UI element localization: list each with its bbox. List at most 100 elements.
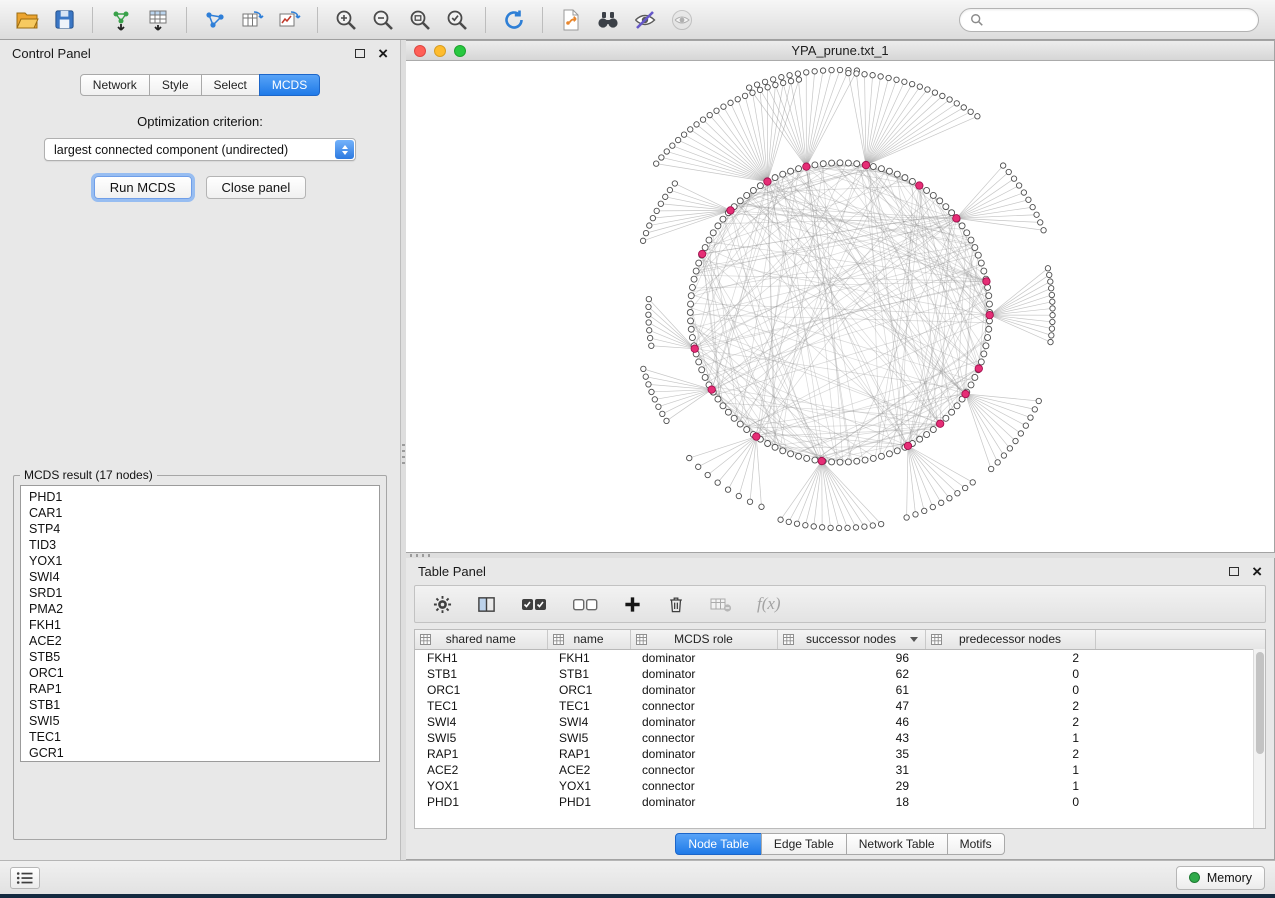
table-cell[interactable]: 2	[925, 714, 1095, 730]
new-network-button[interactable]	[198, 5, 232, 35]
table-cell[interactable]: SWI5	[415, 730, 547, 746]
table-cell[interactable]: FKH1	[547, 650, 630, 666]
table-row[interactable]: ORC1ORC1dominator610	[415, 682, 1265, 698]
table-row[interactable]: YOX1YOX1connector291	[415, 778, 1265, 794]
mcds-result-item[interactable]: TEC1	[21, 729, 379, 745]
table-row[interactable]: ACE2ACE2connector311	[415, 762, 1265, 778]
zoom-selected-button[interactable]	[440, 5, 474, 35]
mcds-result-list[interactable]: PHD1CAR1STP4TID3YOX1SWI4SRD1PMA2FKH1ACE2…	[20, 485, 380, 762]
table-cell[interactable]: YOX1	[415, 778, 547, 794]
table-cell[interactable]: 1	[925, 762, 1095, 778]
tab-network[interactable]: Network	[80, 74, 150, 96]
tab-select[interactable]: Select	[201, 74, 260, 96]
mcds-result-item[interactable]: STB1	[21, 697, 379, 713]
mcds-result-item[interactable]: GCR1	[21, 745, 379, 761]
mcds-result-item[interactable]: SWI5	[21, 713, 379, 729]
network-window-titlebar[interactable]: YPA_prune.txt_1	[406, 41, 1274, 61]
export-document-button[interactable]	[554, 5, 588, 35]
mcds-result-item[interactable]: STB5	[21, 649, 379, 665]
tab-node-table[interactable]: Node Table	[675, 833, 762, 855]
table-cell[interactable]: PHD1	[547, 794, 630, 810]
table-cell[interactable]: ACE2	[415, 762, 547, 778]
table-settings-button[interactable]	[433, 595, 452, 614]
horizontal-splitter[interactable]	[406, 553, 1275, 558]
add-row-button[interactable]	[623, 595, 642, 614]
table-cell[interactable]: SWI4	[415, 714, 547, 730]
table-cell[interactable]: connector	[630, 778, 777, 794]
vertical-splitter[interactable]	[400, 40, 406, 860]
table-cell[interactable]: 1	[925, 730, 1095, 746]
table-cell[interactable]: dominator	[630, 650, 777, 666]
tab-motifs[interactable]: Motifs	[947, 833, 1005, 855]
mcds-result-item[interactable]: STP4	[21, 521, 379, 537]
table-cell[interactable]: 47	[777, 698, 925, 714]
sort-caret-icon[interactable]	[910, 637, 918, 642]
table-cell[interactable]: 2	[925, 650, 1095, 666]
maximize-window-icon[interactable]	[454, 45, 466, 57]
table-cell[interactable]: dominator	[630, 794, 777, 810]
float-panel-icon[interactable]	[355, 49, 365, 58]
table-cell[interactable]: FKH1	[415, 650, 547, 666]
mcds-result-item[interactable]: TID3	[21, 537, 379, 553]
mcds-result-item[interactable]: SWI4	[21, 569, 379, 585]
tab-network-table[interactable]: Network Table	[846, 833, 948, 855]
table-cell[interactable]: dominator	[630, 666, 777, 682]
import-network-from-file-button[interactable]	[104, 5, 138, 35]
minimize-window-icon[interactable]	[434, 45, 446, 57]
mcds-result-item[interactable]: ACE2	[21, 633, 379, 649]
table-cell[interactable]: SWI4	[547, 714, 630, 730]
table-row[interactable]: FKH1FKH1dominator962	[415, 650, 1265, 666]
table-cell[interactable]: 46	[777, 714, 925, 730]
column-header-successor-nodes[interactable]: successor nodes	[777, 630, 925, 650]
column-header-shared-name[interactable]: shared name	[415, 630, 547, 650]
table-cell[interactable]: ACE2	[547, 762, 630, 778]
table-cell[interactable]: TEC1	[415, 698, 547, 714]
table-cell[interactable]: RAP1	[415, 746, 547, 762]
table-cell[interactable]: 61	[777, 682, 925, 698]
criterion-dropdown[interactable]: largest connected component (undirected)	[44, 138, 356, 161]
table-cell[interactable]: 62	[777, 666, 925, 682]
table-cell[interactable]: connector	[630, 762, 777, 778]
table-cell[interactable]: 96	[777, 650, 925, 666]
task-history-button[interactable]	[10, 867, 40, 889]
table-row[interactable]: PHD1PHD1dominator180	[415, 794, 1265, 810]
table-cell[interactable]: 2	[925, 698, 1095, 714]
open-file-button[interactable]	[10, 5, 44, 35]
float-panel-icon[interactable]	[1229, 567, 1239, 576]
table-cell[interactable]: dominator	[630, 714, 777, 730]
table-cell[interactable]: SWI5	[547, 730, 630, 746]
table-cell[interactable]: YOX1	[547, 778, 630, 794]
table-row[interactable]: SWI4SWI4dominator462	[415, 714, 1265, 730]
tab-mcds[interactable]: MCDS	[259, 74, 320, 96]
table-cell[interactable]: connector	[630, 698, 777, 714]
import-table-from-file-button[interactable]	[141, 5, 175, 35]
column-header-predecessor-nodes[interactable]: predecessor nodes	[925, 630, 1095, 650]
run-mcds-button[interactable]: Run MCDS	[94, 176, 192, 199]
network-graph[interactable]	[406, 61, 1274, 552]
table-cell[interactable]: ORC1	[415, 682, 547, 698]
close-panel-icon[interactable]: ×	[378, 45, 388, 62]
select-all-button[interactable]	[521, 595, 547, 613]
table-cell[interactable]: PHD1	[415, 794, 547, 810]
column-header-MCDS-role[interactable]: MCDS role	[630, 630, 777, 650]
table-scrollbar[interactable]	[1253, 649, 1265, 828]
table-cell[interactable]: dominator	[630, 746, 777, 762]
column-header-name[interactable]: name	[547, 630, 630, 650]
memory-button[interactable]: Memory	[1176, 866, 1265, 890]
table-cell[interactable]: dominator	[630, 682, 777, 698]
mcds-result-item[interactable]: ORC1	[21, 665, 379, 681]
network-canvas[interactable]	[406, 61, 1274, 552]
table-cell[interactable]: 1	[925, 778, 1095, 794]
close-panel-icon[interactable]: ×	[1252, 563, 1262, 580]
table-cell[interactable]: RAP1	[547, 746, 630, 762]
table-row[interactable]: RAP1RAP1dominator352	[415, 746, 1265, 762]
mcds-result-item[interactable]: SRD1	[21, 585, 379, 601]
delete-rows-button[interactable]	[667, 595, 685, 613]
tab-edge-table[interactable]: Edge Table	[761, 833, 847, 855]
splitter-handle-icon[interactable]	[410, 554, 432, 557]
mcds-result-item[interactable]: RAP1	[21, 681, 379, 697]
search-input[interactable]	[990, 12, 1248, 28]
export-chart-button[interactable]	[272, 5, 306, 35]
table-row[interactable]: SWI5SWI5connector431	[415, 730, 1265, 746]
table-row[interactable]: TEC1TEC1connector472	[415, 698, 1265, 714]
